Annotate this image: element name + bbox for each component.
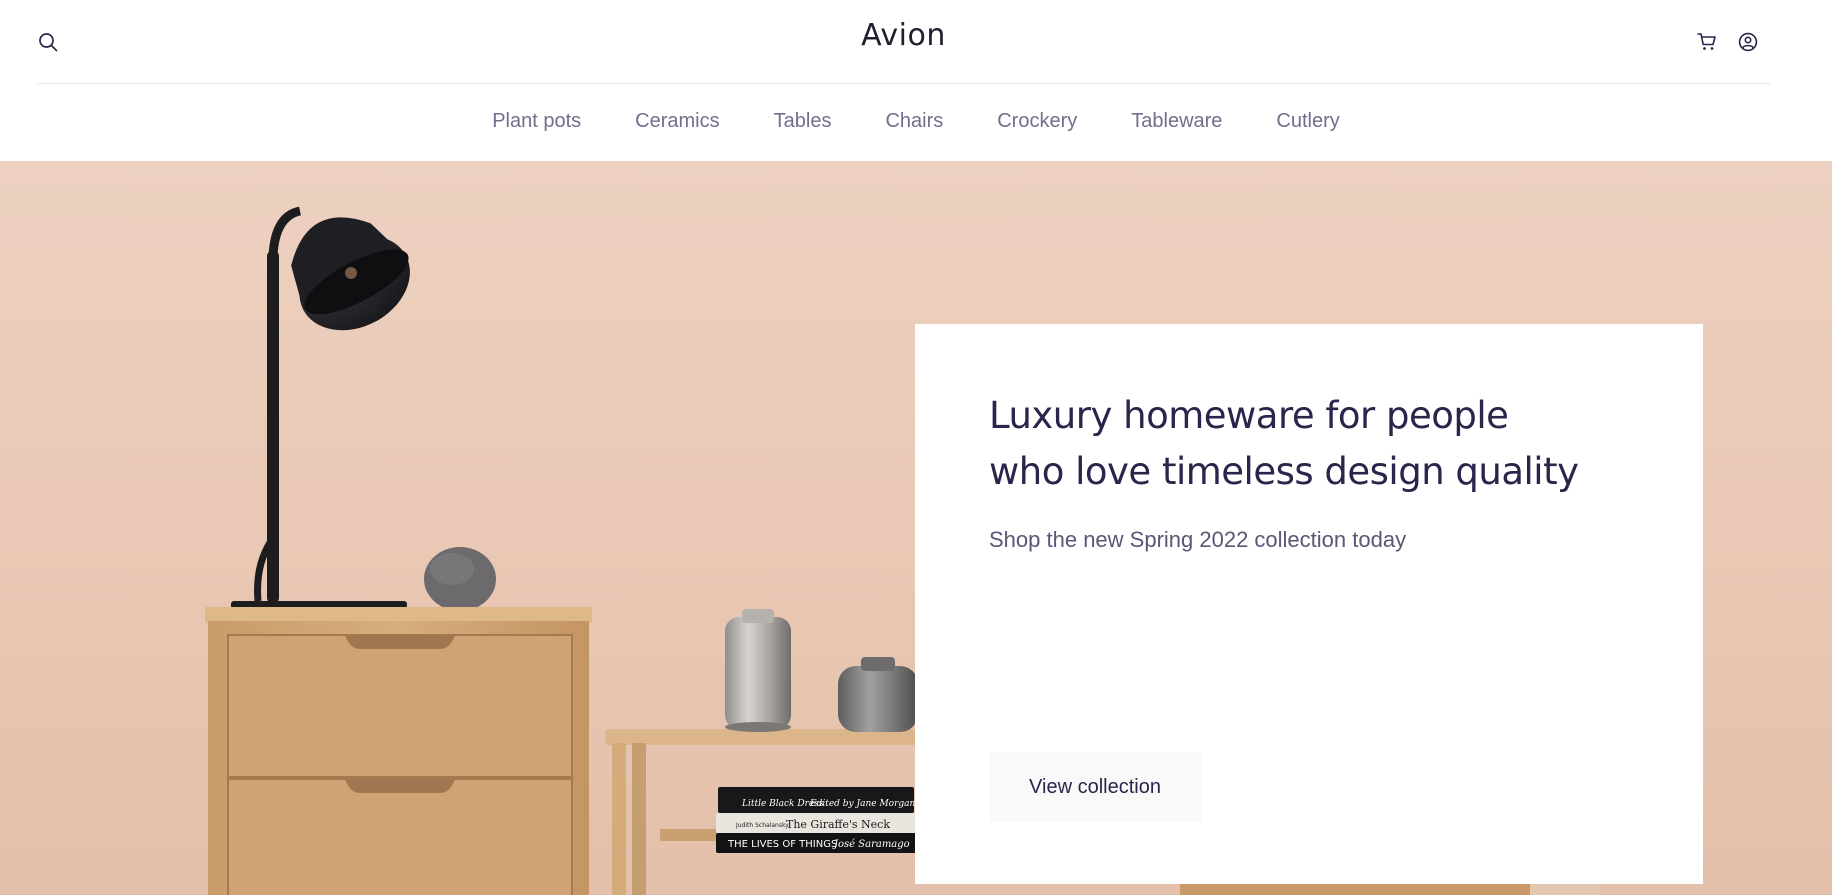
svg-text:Judith Schalansky: Judith Schalansky [735, 822, 789, 829]
nav-item-plant-pots[interactable]: Plant pots [492, 110, 581, 133]
top-bar: Avion [37, 0, 1770, 84]
user-circle-icon [1738, 32, 1758, 52]
nav-item-ceramics[interactable]: Ceramics [635, 110, 719, 133]
category-nav: Plant pots Ceramics Tables Chairs Crocke… [0, 84, 1832, 161]
site-header: Avion Plant pots Ceramics Tables Chairs … [0, 0, 1832, 161]
svg-text:Edited by Jane Morgan: Edited by Jane Morgan [809, 799, 916, 809]
hero-title-line-2: who love timeless design quality [989, 450, 1579, 493]
books-stack: Little Black Dress Edited by Jane Morgan… [716, 787, 916, 853]
nav-item-cutlery[interactable]: Cutlery [1276, 110, 1339, 133]
nav-item-tables[interactable]: Tables [774, 110, 832, 133]
account-button[interactable] [1736, 30, 1760, 54]
svg-text:The Giraffe's Neck: The Giraffe's Neck [786, 818, 890, 831]
site-logo[interactable]: Avion [37, 18, 1770, 53]
cart-button[interactable] [1695, 30, 1719, 54]
nav-item-crockery[interactable]: Crockery [997, 110, 1077, 133]
svg-text:José Saramago: José Saramago [832, 839, 910, 850]
nav-item-chairs[interactable]: Chairs [885, 110, 943, 133]
hero-section: Little Black Dress Edited by Jane Morgan… [0, 161, 1832, 895]
cart-icon [1697, 33, 1716, 50]
hero-subtitle: Shop the new Spring 2022 collection toda… [989, 527, 1407, 552]
view-collection-button[interactable]: View collection [989, 752, 1201, 822]
hero-title: Luxury homeware for people who love time… [989, 388, 1629, 500]
svg-text:THE LIVES OF THINGS: THE LIVES OF THINGS [727, 839, 837, 850]
hero-title-line-1: Luxury homeware for people [989, 394, 1509, 437]
hero-card: Luxury homeware for people who love time… [915, 324, 1703, 884]
nav-item-tableware[interactable]: Tableware [1131, 110, 1222, 133]
